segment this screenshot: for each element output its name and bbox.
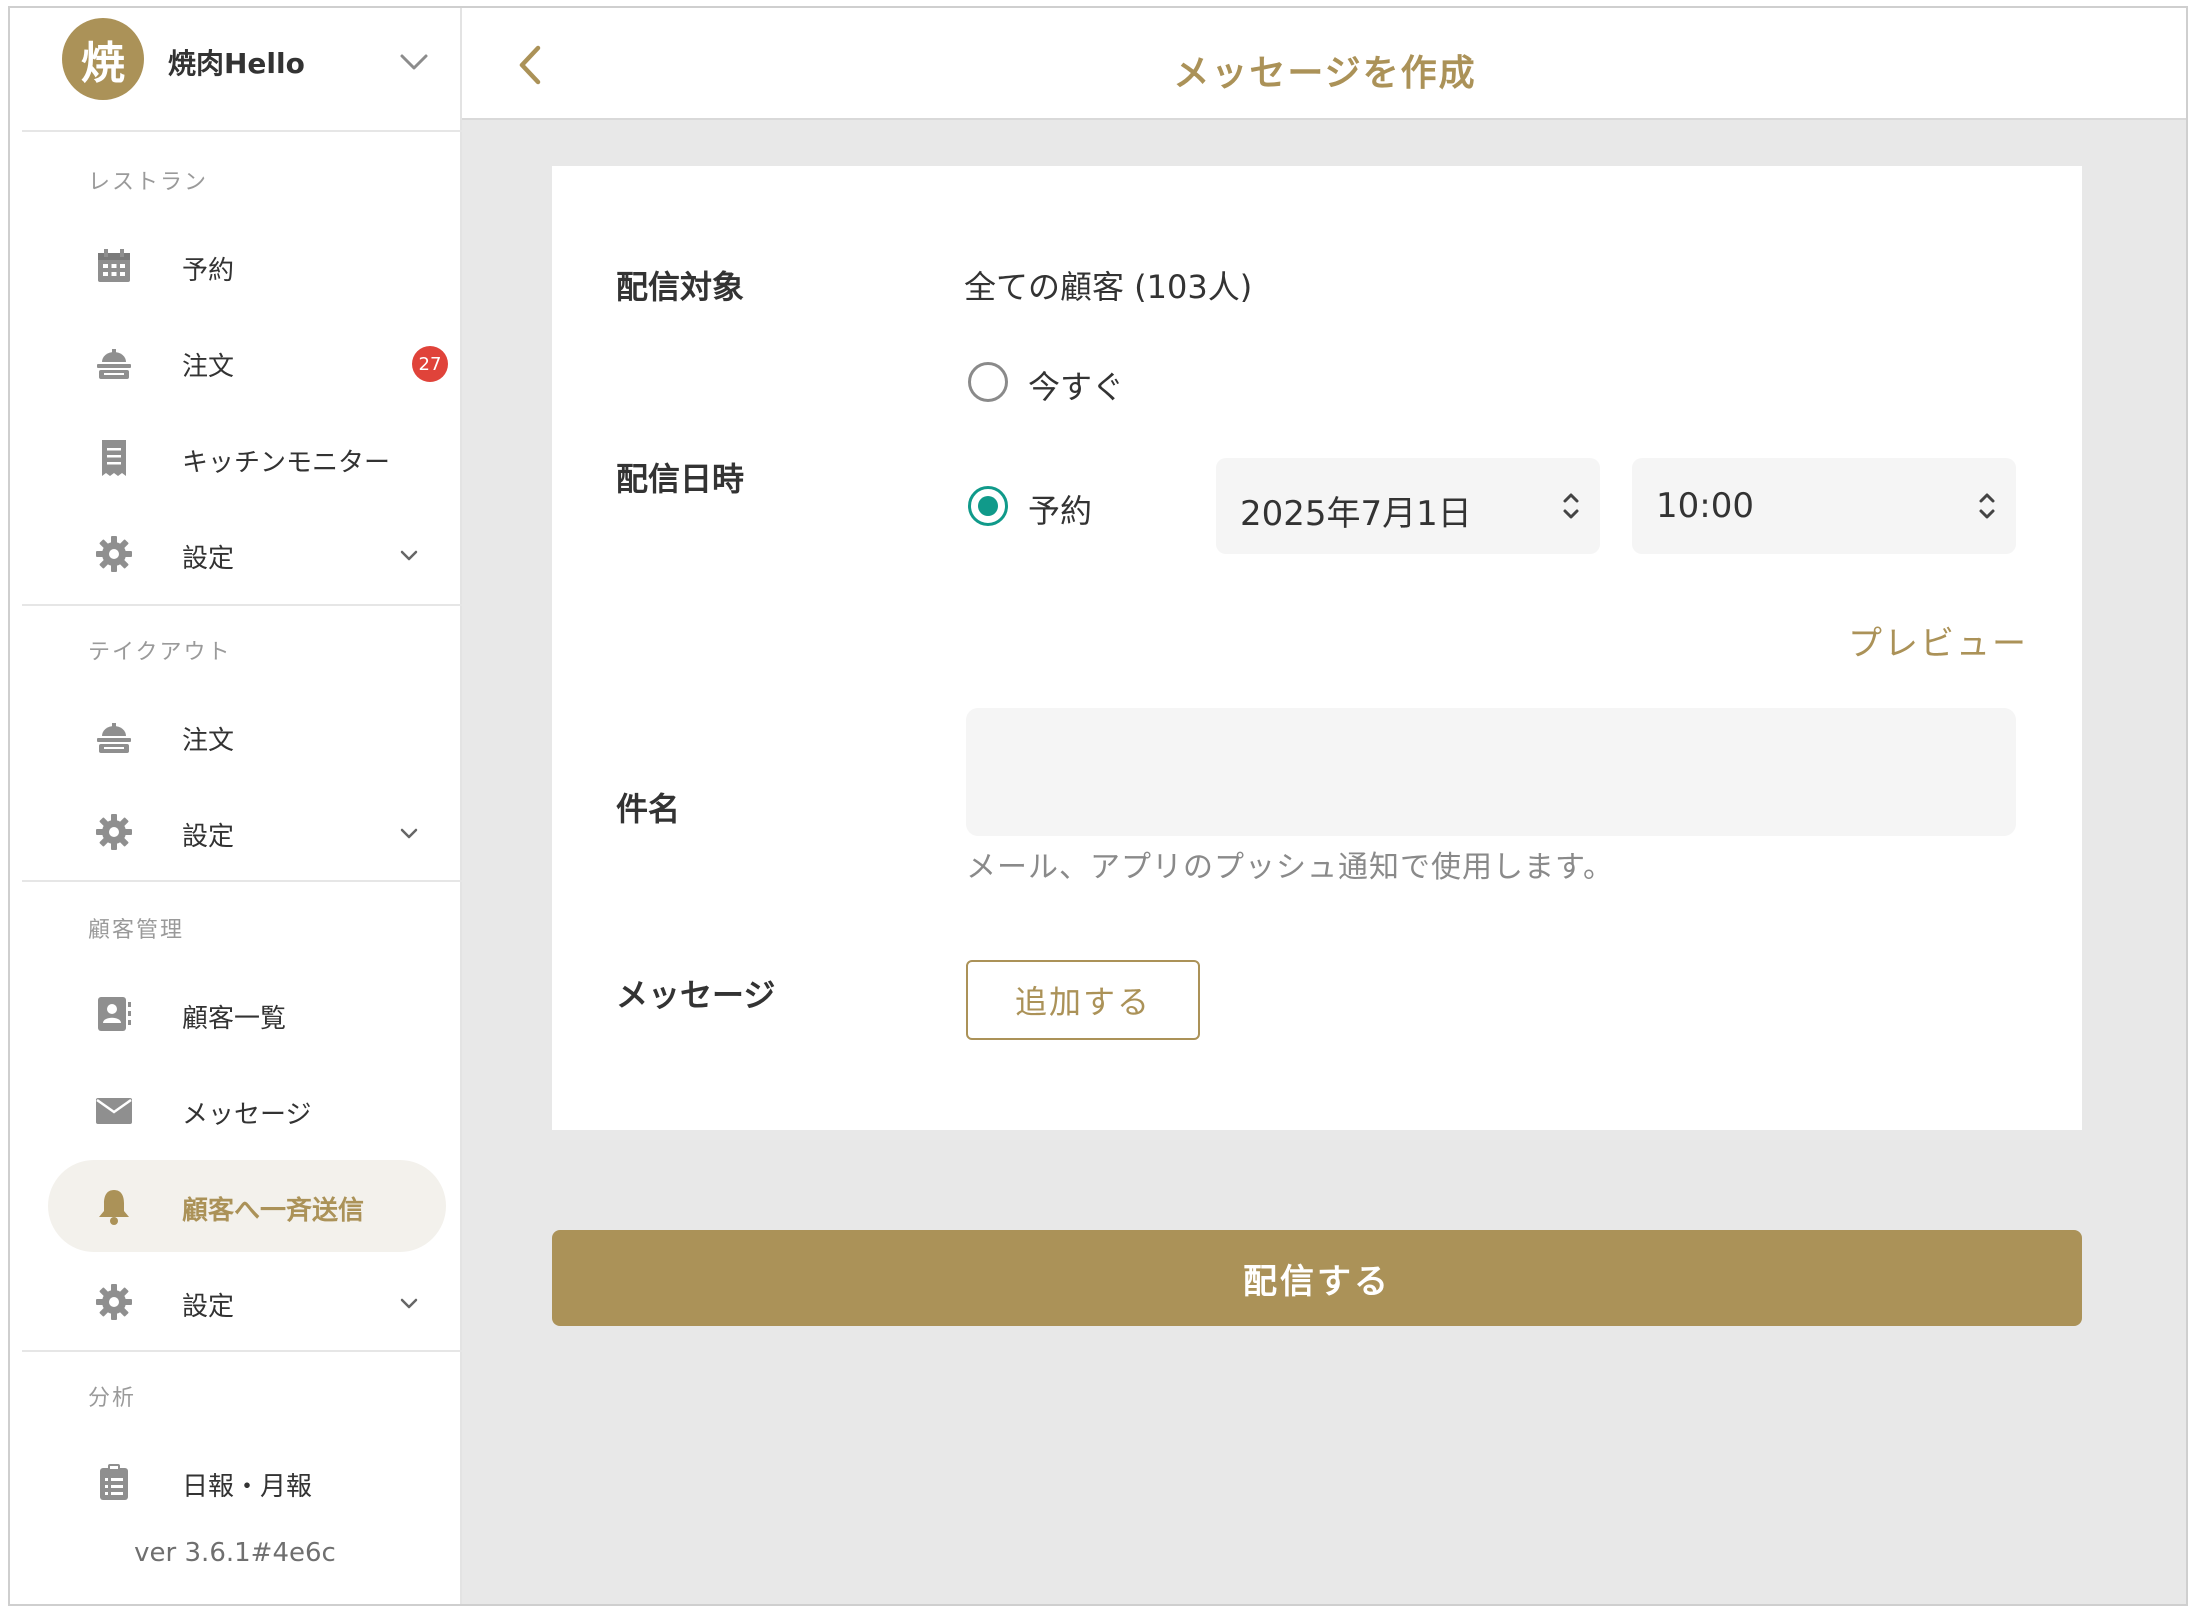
sidebar-item-messages[interactable]: メッセージ [48, 1064, 446, 1156]
gear-icon [96, 814, 132, 850]
sidebar-item-label: 設定 [182, 822, 235, 852]
sidebar-item-label: 予約 [182, 256, 235, 286]
send-button[interactable]: 配信する [552, 1230, 2082, 1326]
select-arrows-icon [1563, 493, 1579, 519]
preview-link[interactable]: プレビュー [1848, 616, 2028, 665]
app-window: 焼 焼肉Hello レストラン 予約 注文 27 キッチンモニター 設定 テイク… [8, 6, 2188, 1606]
sidebar-item-label: 設定 [182, 544, 235, 574]
time-value: 10:00 [1656, 486, 1754, 526]
gear-icon [96, 1284, 132, 1320]
chevron-down-icon [400, 828, 418, 839]
restaurant-avatar: 焼 [62, 18, 144, 100]
radio-now-label: 今すぐ [1028, 368, 1125, 406]
bell-icon [99, 1190, 129, 1225]
page-title: メッセージを作成 [1173, 53, 1477, 94]
target-label: 配信対象 [616, 268, 745, 306]
sidebar-item-restaurant-settings[interactable]: 設定 [48, 508, 446, 600]
sidebar-item-customer-settings[interactable]: 設定 [48, 1256, 446, 1348]
food-tray-icon [97, 349, 131, 379]
sidebar-item-label: 顧客へ一斉送信 [182, 1196, 365, 1226]
target-value: 全ての顧客 (103人) [964, 268, 1253, 306]
divider [22, 880, 462, 882]
sidebar-item-label: キッチンモニター [182, 448, 391, 478]
sidebar: 焼 焼肉Hello レストラン 予約 注文 27 キッチンモニター 設定 テイク… [10, 8, 462, 1604]
section-title-customers: 顧客管理 [88, 918, 185, 943]
divider [22, 130, 462, 132]
food-tray-icon [97, 723, 131, 753]
calendar-icon [98, 249, 130, 282]
add-message-button[interactable]: 追加する [966, 960, 1200, 1040]
radio-scheduled[interactable] [968, 486, 1008, 526]
datetime-label: 配信日時 [616, 460, 745, 498]
sidebar-item-label: 顧客一覧 [182, 1004, 287, 1034]
sidebar-item-label: 設定 [182, 1292, 235, 1322]
sidebar-item-label: メッセージ [182, 1100, 312, 1130]
app-version: ver 3.6.1#4e6c [134, 1538, 336, 1568]
sidebar-item-reports[interactable]: 日報・月報 [48, 1436, 446, 1528]
content-area: 配信対象 全ての顧客 (103人) 配信日時 今すぐ 予約 2025年7月1日 [462, 120, 2186, 1604]
sidebar-item-label: 注文 [182, 726, 235, 756]
sidebar-item-takeout-orders[interactable]: 注文 [48, 690, 446, 782]
select-arrows-icon [1979, 493, 1995, 519]
restaurant-name: 焼肉Hello [168, 47, 305, 80]
receipt-icon [102, 440, 126, 476]
message-label: メッセージ [616, 976, 776, 1014]
envelope-icon [96, 1098, 132, 1124]
divider [22, 604, 462, 606]
sidebar-item-broadcast[interactable]: 顧客へ一斉送信 [48, 1160, 446, 1252]
section-title-analytics: 分析 [88, 1386, 137, 1411]
date-select[interactable]: 2025年7月1日 [1216, 458, 1600, 554]
sidebar-item-reservations[interactable]: 予約 [48, 220, 446, 312]
chevron-down-icon [400, 550, 418, 561]
orders-count-badge: 27 [412, 346, 448, 382]
sidebar-item-customer-list[interactable]: 顧客一覧 [48, 968, 446, 1060]
chevron-down-icon [400, 1298, 418, 1309]
gear-icon [96, 536, 132, 572]
time-select[interactable]: 10:00 [1632, 458, 2016, 554]
top-bar: メッセージを作成 [462, 8, 2186, 120]
sidebar-item-kitchen-monitor[interactable]: キッチンモニター [48, 412, 446, 504]
sidebar-item-label: 注文 [182, 352, 235, 382]
restaurant-switcher[interactable]: 焼 焼肉Hello [10, 8, 460, 130]
clipboard-icon [100, 1464, 128, 1500]
date-value: 2025年7月1日 [1240, 494, 1472, 534]
section-title-restaurant: レストラン [88, 170, 209, 195]
sidebar-item-orders[interactable]: 注文 27 [48, 316, 448, 408]
subject-input[interactable] [966, 708, 2016, 836]
sidebar-item-label: 日報・月報 [182, 1472, 313, 1502]
subject-hint: メール、アプリのプッシュ通知で使用します。 [966, 850, 1614, 885]
divider [22, 1350, 462, 1352]
sidebar-item-takeout-settings[interactable]: 設定 [48, 786, 446, 878]
chevron-down-icon[interactable] [394, 42, 434, 82]
subject-label: 件名 [616, 790, 681, 828]
radio-now[interactable] [968, 362, 1008, 402]
radio-scheduled-label: 予約 [1028, 492, 1093, 530]
contact-card-icon [98, 997, 131, 1031]
section-title-takeout: テイクアウト [88, 640, 232, 665]
message-form: 配信対象 全ての顧客 (103人) 配信日時 今すぐ 予約 2025年7月1日 [552, 166, 2082, 1130]
